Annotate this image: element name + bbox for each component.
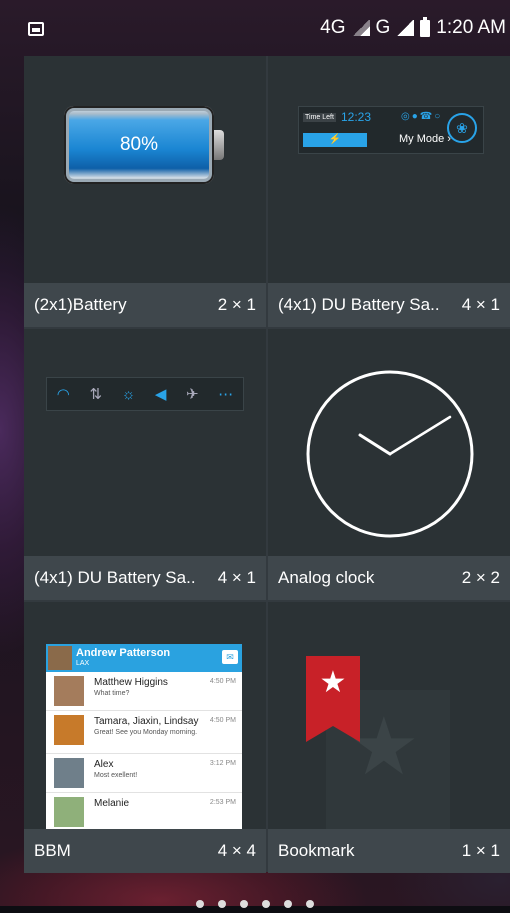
contact-name: Tamara, Jiaxin, Lindsay [94,716,199,727]
widget-picker-panel: 80% (2x1)Battery 2 × 1 Time Left 12:23 ◎… [24,56,510,873]
widget-name: (4x1) DU Battery Sa.. [34,568,196,587]
contact-message: What time? [94,690,130,697]
avatar [54,797,84,827]
data-sync-icon: ⇅ [89,386,103,403]
contact-time: 2:53 PM [209,799,236,806]
contact-message: Most exellent! [94,772,138,779]
widget-name: BBM [34,841,71,860]
page-dot[interactable] [240,900,248,908]
analog-clock-icon [306,370,474,538]
signal-strength-icon-sim1 [351,20,370,36]
page-dot[interactable] [284,900,292,908]
status-bar: 4G G 1:20 AM [0,0,510,50]
battery-widget-preview: 80% [64,106,226,186]
time-left-label: Time Left [303,113,336,122]
network-4g-label: 4G [320,17,346,38]
avatar [54,715,84,745]
charge-bar: ⚡ [303,133,367,147]
battery-icon [420,16,431,37]
widget-size: 4 × 4 [217,841,256,860]
widget-name: Bookmark [278,841,355,860]
widget-size: 4 × 1 [461,295,500,314]
widget-name: (4x1) DU Battery Sa.. [278,295,440,314]
du-battery-status-preview: Time Left 12:23 ◎●☎○ ⚡ My Mode › ❀ [298,106,484,154]
widget-item-du-battery-saver-status[interactable]: Time Left 12:23 ◎●☎○ ⚡ My Mode › ❀ (4x1)… [268,56,510,327]
wifi-icon: ◠ [56,386,70,403]
signal-strength-icon-sim2 [396,20,415,36]
widget-size: 1 × 1 [461,841,500,860]
contact-time: 4:50 PM [209,678,236,685]
widget-preview: Andrew Patterson LAX ✉ Matthew Higgins W… [24,602,266,829]
widget-size: 2 × 2 [461,568,500,587]
page-indicator [0,895,510,913]
widget-size: 2 × 1 [217,295,256,314]
clock-time: 1:20 AM [436,17,506,38]
network-g-label: G [375,17,391,38]
more-icon: ⋯ [218,386,234,403]
widget-preview: 80% [24,56,266,283]
page-dot[interactable] [218,900,226,908]
page-dot[interactable] [196,900,204,908]
time-left-value: 12:23 [341,110,372,124]
bbm-user-sub: LAX [76,660,90,667]
toggle-icons: ◎●☎○ [401,111,443,122]
avatar [48,646,72,670]
widget-name: Analog clock [278,568,375,587]
widget-preview: Time Left 12:23 ◎●☎○ ⚡ My Mode › ❀ [268,56,510,283]
page-dot[interactable] [262,900,270,908]
bookmark-ribbon-icon: ★ [306,656,360,742]
widget-preview: ◠ ⇅ ☼ ◀ ✈ ⋯ [24,329,266,556]
chat-icon: ✉ [222,650,238,664]
brightness-icon: ☼ [121,385,136,403]
volume-icon: ◀ [154,386,167,403]
battery-percent: 80% [119,134,159,155]
widget-item-bbm[interactable]: Andrew Patterson LAX ✉ Matthew Higgins W… [24,602,266,873]
avatar [54,758,84,788]
screenshot-notification-icon [28,22,44,36]
widget-item-analog-clock[interactable]: Analog clock 2 × 2 [268,329,510,600]
list-item: Melanie 2:53 PM [46,793,242,829]
page-dot[interactable] [306,900,314,908]
widget-preview: ★ ★ [268,602,510,829]
contact-name: Alex [94,759,114,770]
widget-item-du-battery-saver-toggles[interactable]: ◠ ⇅ ☼ ◀ ✈ ⋯ (4x1) DU Battery Sa.. 4 × 1 [24,329,266,600]
list-item: Alex Most exellent! 3:12 PM [46,754,242,793]
leaf-icon: ❀ [447,113,477,143]
list-item: Matthew Higgins What time? 4:50 PM [46,672,242,711]
widget-preview [268,329,510,556]
list-item: Tamara, Jiaxin, Lindsay Great! See you M… [46,711,242,754]
contact-time: 4:50 PM [209,717,236,724]
star-icon: ★ [319,666,347,699]
du-toggles-preview: ◠ ⇅ ☼ ◀ ✈ ⋯ [46,377,244,411]
mode-label: My Mode › [399,133,451,145]
widget-size: 4 × 1 [217,568,256,587]
avatar [54,676,84,706]
bbm-user-name: Andrew Patterson [76,647,171,659]
contact-name: Matthew Higgins [94,677,168,688]
airplane-icon: ✈ [186,386,199,403]
bbm-preview: Andrew Patterson LAX ✉ Matthew Higgins W… [46,644,242,829]
widget-name: (2x1)Battery [34,295,127,314]
widget-item-battery[interactable]: 80% (2x1)Battery 2 × 1 [24,56,266,327]
contact-time: 3:12 PM [209,760,236,767]
contact-name: Melanie [94,798,130,809]
contact-message: Great! See you Monday morning. [94,729,198,736]
widget-item-bookmark[interactable]: ★ ★ Bookmark 1 × 1 [268,602,510,873]
